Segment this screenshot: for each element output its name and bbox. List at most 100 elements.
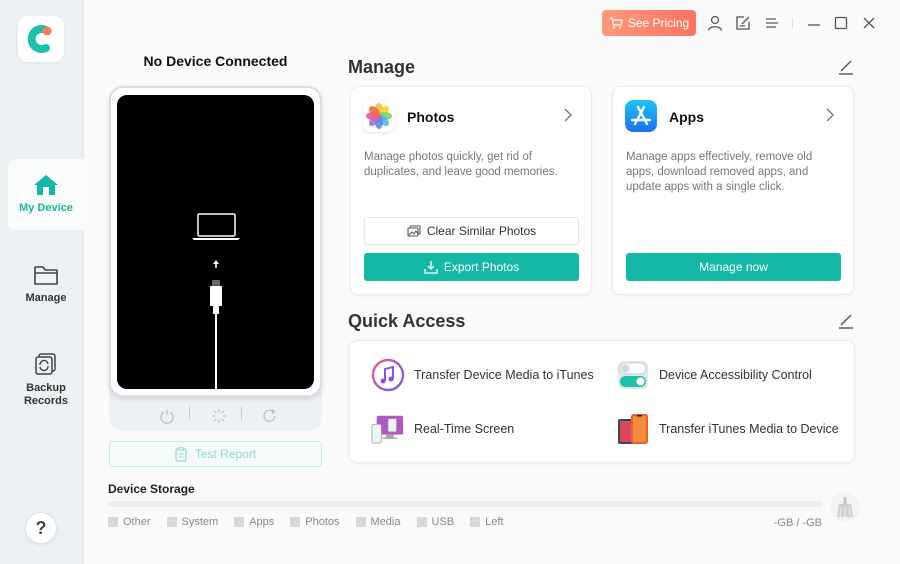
edit-manage-button[interactable] (837, 58, 855, 76)
loading-button[interactable] (209, 406, 229, 426)
app-store-glyph-icon (630, 105, 652, 126)
quick-access-item-transfer-to-itunes[interactable]: Transfer Device Media to iTunes (371, 358, 594, 392)
legend-item-other: Other (108, 516, 151, 528)
quick-access-panel: Transfer Device Media to iTunes Device A… (349, 340, 855, 463)
account-button[interactable] (706, 14, 724, 32)
photos-open-button[interactable] (563, 107, 573, 123)
minimize-icon (808, 24, 820, 26)
photos-card: Photos Manage photos quickly, get rid of… (350, 86, 592, 295)
home-icon (34, 175, 58, 195)
sidebar-item-manage[interactable]: Manage (8, 264, 84, 305)
sidebar-item-my-device[interactable]: My Device (8, 159, 84, 230)
maximize-icon (834, 16, 848, 30)
apps-open-button[interactable] (825, 107, 835, 123)
device-storage-title: Device Storage (108, 482, 195, 496)
manage-now-button[interactable]: Manage now (626, 253, 841, 281)
quick-access-section-title: Quick Access (348, 311, 466, 331)
power-icon (160, 409, 174, 424)
label-line: Records (23, 395, 69, 407)
manage-section-title: Manage (348, 57, 416, 77)
chevron-right-icon (564, 108, 572, 122)
legend-item-left: Left (470, 516, 503, 528)
broom-icon (837, 497, 853, 518)
legend-label: Left (485, 516, 504, 528)
legend-swatch (470, 517, 481, 527)
clipboard-icon (175, 446, 187, 462)
apps-card-title: Apps (669, 109, 704, 125)
cable-icon (210, 280, 222, 389)
menu-icon (766, 18, 778, 28)
test-report-label: Test Report (194, 447, 257, 461)
refresh-icon (263, 409, 276, 422)
legend-swatch (234, 517, 245, 527)
quick-access-label: Device Accessibility Control (659, 368, 812, 382)
cart-icon (609, 17, 623, 29)
photos-card-title: Photos (407, 109, 455, 125)
close-icon (863, 17, 875, 29)
legend-swatch (108, 517, 118, 527)
legend-label: Apps (249, 516, 275, 528)
quick-access-item-transfer-to-device[interactable]: Transfer iTunes Media to Device (616, 412, 839, 446)
clear-similar-photos-label: Clear Similar Photos (426, 224, 537, 238)
close-button[interactable] (860, 14, 878, 32)
clear-similar-photos-button[interactable]: Clear Similar Photos (364, 217, 579, 245)
storage-total: -GB / -GB (773, 517, 822, 529)
sidebar-item-label: Backup Records (24, 382, 68, 408)
storage-usage-bar (108, 501, 822, 507)
legend-item-system: System (166, 516, 219, 528)
sidebar-item-backup-records[interactable]: Backup Records (8, 352, 84, 408)
backup-icon (35, 353, 56, 375)
help-icon: ? (35, 517, 47, 538)
account-icon (707, 15, 723, 31)
control-divider (189, 406, 190, 420)
legend-item-apps: Apps (234, 516, 274, 528)
legend-label: USB (431, 516, 455, 528)
legend-item-usb: USB (416, 516, 455, 528)
export-photos-label: Export Photos (443, 260, 520, 274)
menu-button[interactable] (763, 14, 781, 32)
legend-label: Other (123, 516, 151, 528)
similar-photos-icon (407, 225, 421, 237)
loading-icon (212, 409, 226, 423)
folder-icon (34, 266, 58, 285)
sidebar-item-label: My Device (19, 202, 73, 214)
power-button[interactable] (157, 406, 177, 426)
legend-label: Photos (305, 516, 340, 528)
maximize-button[interactable] (832, 14, 850, 32)
feedback-icon (736, 16, 750, 30)
toggle-icon (616, 358, 650, 392)
quick-access-item-accessibility-control[interactable]: Device Accessibility Control (616, 358, 812, 392)
clean-storage-button[interactable] (830, 492, 860, 522)
device-status-title: No Device Connected (143, 53, 288, 69)
quick-access-item-real-time-screen[interactable]: Real-Time Screen (371, 412, 514, 446)
app-logo (18, 16, 64, 62)
legend-swatch (166, 517, 177, 527)
edit-quick-access-button[interactable] (837, 312, 855, 330)
feedback-button[interactable] (734, 14, 752, 32)
download-icon (424, 261, 438, 274)
device-preview (109, 86, 322, 431)
photos-card-description: Manage photos quickly, get rid of duplic… (364, 151, 558, 178)
test-report-button[interactable]: Test Report (109, 441, 322, 467)
help-button[interactable]: ? (25, 512, 57, 544)
logo-icon (27, 25, 52, 53)
see-pricing-button[interactable]: See Pricing (602, 10, 696, 36)
legend-item-photos: Photos (290, 516, 340, 528)
sidebar-item-label: Manage (25, 292, 67, 304)
quick-access-label: Real-Time Screen (414, 422, 515, 436)
export-photos-button[interactable]: Export Photos (364, 253, 579, 281)
itunes-icon (371, 358, 405, 392)
edit-icon (839, 314, 853, 329)
laptop-icon (192, 213, 240, 240)
minimize-button[interactable] (805, 14, 823, 32)
quick-access-label: Transfer Device Media to iTunes (414, 368, 594, 382)
apps-card-description: Manage apps effectively, remove old apps… (626, 151, 813, 193)
app-store-icon (625, 100, 657, 132)
storage-legend: Other System Apps Photos Media USB Left (108, 516, 519, 528)
manage-now-label: Manage now (699, 260, 768, 274)
topbar-divider (792, 18, 793, 28)
legend-label: System (181, 516, 219, 528)
phone-body (109, 86, 322, 397)
connect-device-illustration (192, 213, 240, 389)
refresh-button[interactable] (260, 406, 280, 426)
